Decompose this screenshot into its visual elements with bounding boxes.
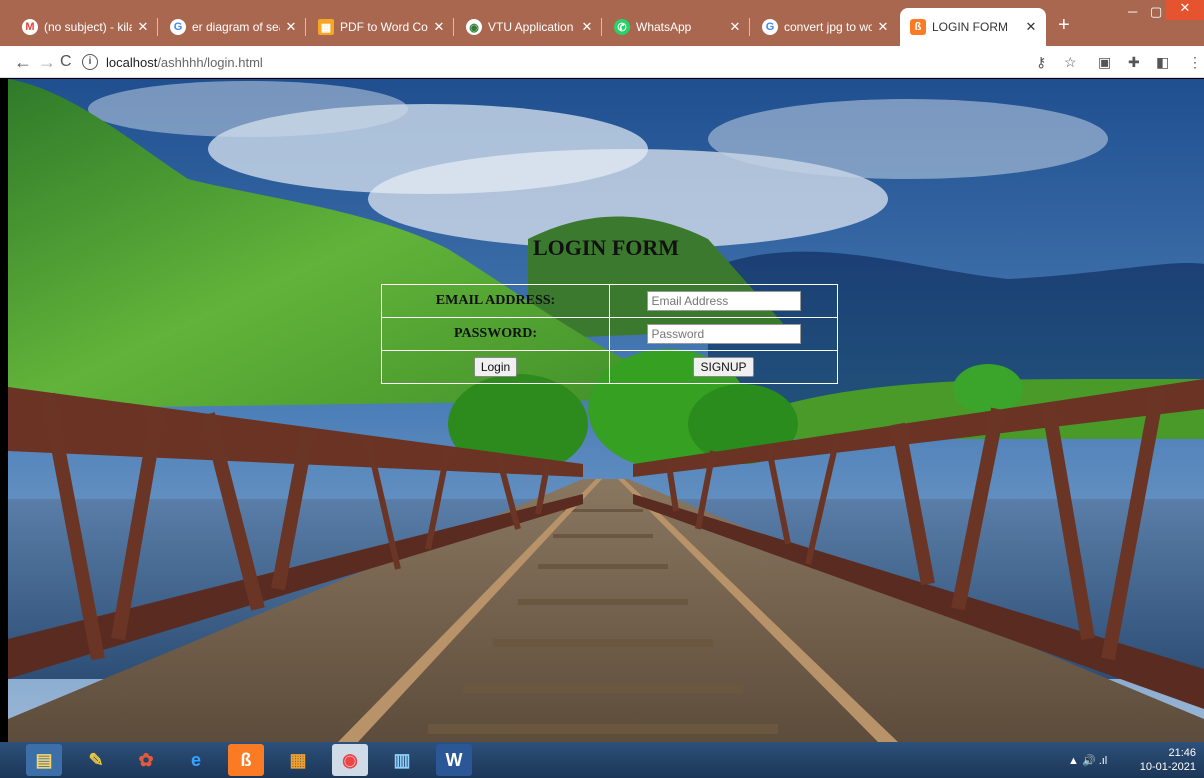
tab-separator	[601, 18, 602, 36]
password-label: PASSWORD:	[454, 326, 537, 341]
password-input[interactable]: Password	[646, 324, 801, 344]
address-bar[interactable]: i localhost/ashhhh/login.html	[82, 50, 1022, 74]
signup-button-cell: SIGNUP	[609, 350, 838, 384]
xampp-icon: ß	[910, 19, 926, 35]
password-input-cell: Password	[609, 317, 838, 351]
page-viewport: LOGIN FORM EMAIL ADDRESS: Email Address …	[8, 79, 1204, 742]
whatsapp-icon: ✆	[614, 19, 630, 35]
close-tab-icon[interactable]: ✕	[1024, 19, 1038, 35]
reload-icon[interactable]: C	[60, 53, 72, 71]
back-arrow-icon[interactable]: ←	[14, 52, 32, 73]
vtu-icon: ◉	[466, 19, 482, 35]
email-row: EMAIL ADDRESS: Email Address	[381, 284, 840, 318]
close-tab-icon[interactable]: ✕	[136, 19, 150, 35]
info-icon[interactable]: i	[82, 54, 98, 70]
extension-icon[interactable]: ▣	[1098, 54, 1111, 71]
tab-pdf-to-word[interactable]: ▦ PDF to Word Conve ✕	[308, 8, 454, 46]
system-tray: 21:46 10-01-2021	[1140, 746, 1196, 774]
key-icon[interactable]: ⚷	[1036, 54, 1046, 71]
file-explorer-icon[interactable]: ▤	[26, 744, 62, 776]
tab-er-diagram[interactable]: G er diagram of searc ✕	[160, 8, 306, 46]
chrome-icon[interactable]: ◉	[332, 744, 368, 776]
xampp-icon[interactable]: ß	[228, 744, 264, 776]
forward-arrow-icon[interactable]: →	[38, 52, 56, 73]
browser-toolbar: ← → C i localhost/ashhhh/login.html ⚷ ☆ …	[0, 46, 1204, 78]
close-tab-icon[interactable]: ✕	[432, 19, 446, 35]
calculator-icon[interactable]: ▦	[280, 744, 316, 776]
close-tab-icon[interactable]: ✕	[728, 19, 742, 35]
url-path: /ashhhh/login.html	[157, 54, 263, 70]
tab-gmail[interactable]: M (no subject) - kilana ✕	[12, 8, 158, 46]
tab-convert-jpg[interactable]: G convert jpg to word ✕	[752, 8, 898, 46]
window-close-button[interactable]: ✕	[1166, 0, 1204, 20]
internet-explorer-icon[interactable]: e	[178, 744, 214, 776]
tab-title: (no subject) - kilana	[44, 20, 132, 34]
google-icon: G	[170, 19, 186, 35]
profile-icon[interactable]: ◧	[1156, 54, 1169, 71]
tab-whatsapp[interactable]: ✆ WhatsApp ✕	[604, 8, 750, 46]
maximize-button[interactable]: ▢	[1150, 4, 1162, 20]
url-host: localhost	[106, 54, 158, 70]
puzzle-icon[interactable]: ✚	[1128, 54, 1140, 71]
tab-title: LOGIN FORM	[932, 20, 1009, 34]
bookmark-star-icon[interactable]: ☆	[1064, 54, 1077, 71]
tab-title: PDF to Word Conve	[340, 20, 428, 34]
close-tab-icon[interactable]: ✕	[876, 19, 890, 35]
signup-button[interactable]: SIGNUP	[693, 357, 754, 377]
tab-separator	[305, 18, 306, 36]
email-label-cell: EMAIL ADDRESS:	[381, 284, 610, 318]
tab-vtu-application[interactable]: ◉ VTU Application ✕	[456, 8, 602, 46]
control-panel-icon[interactable]: ▥	[384, 744, 420, 776]
menu-icon[interactable]: ⋮	[1188, 54, 1202, 71]
login-form-title: LOGIN FORM	[532, 235, 680, 260]
word-icon[interactable]: W	[436, 744, 472, 776]
tab-strip: M (no subject) - kilana ✕ G er diagram o…	[0, 0, 1204, 46]
buttons-row: Login SIGNUP	[381, 350, 840, 384]
taskbar: ▤ ✎ ✿ e ß ▦ ◉ ▥ W 21:46 10-01-2021 ▲ 🔊 .…	[0, 742, 1204, 778]
email-input[interactable]: Email Address	[646, 291, 801, 311]
gmail-icon: M	[22, 19, 38, 35]
tab-separator	[453, 18, 454, 36]
login-button[interactable]: Login	[473, 357, 518, 377]
tab-title: er diagram of searc	[192, 20, 280, 34]
new-tab-button[interactable]: +	[1058, 14, 1070, 37]
password-row: PASSWORD: Password	[381, 317, 840, 351]
tab-title: convert jpg to word	[784, 20, 872, 34]
tab-title: VTU Application	[488, 20, 574, 34]
tab-login-form[interactable]: ß LOGIN FORM ✕	[900, 8, 1046, 46]
login-form-table: EMAIL ADDRESS: Email Address PASSWORD: P…	[381, 284, 840, 384]
tab-separator	[157, 18, 158, 36]
clock-date[interactable]: 10-01-2021	[1140, 760, 1196, 774]
login-button-cell: Login	[381, 350, 610, 384]
close-tab-icon[interactable]: ✕	[284, 19, 298, 35]
tab-title: WhatsApp	[636, 20, 692, 34]
notes-icon[interactable]: ✎	[78, 744, 114, 776]
clock-time[interactable]: 21:46	[1140, 746, 1196, 760]
tray-icons[interactable]: ▲ 🔊 .ıl	[1068, 754, 1107, 767]
google-icon: G	[762, 19, 778, 35]
paint-icon[interactable]: ✿	[128, 744, 164, 776]
close-tab-icon[interactable]: ✕	[580, 19, 594, 35]
email-input-cell: Email Address	[609, 284, 838, 318]
minimize-button[interactable]: ─	[1128, 4, 1137, 19]
email-label: EMAIL ADDRESS:	[435, 293, 556, 308]
password-label-cell: PASSWORD:	[381, 317, 610, 351]
tab-separator	[749, 18, 750, 36]
background-image	[8, 79, 1204, 742]
pdf-converter-icon: ▦	[318, 19, 334, 35]
